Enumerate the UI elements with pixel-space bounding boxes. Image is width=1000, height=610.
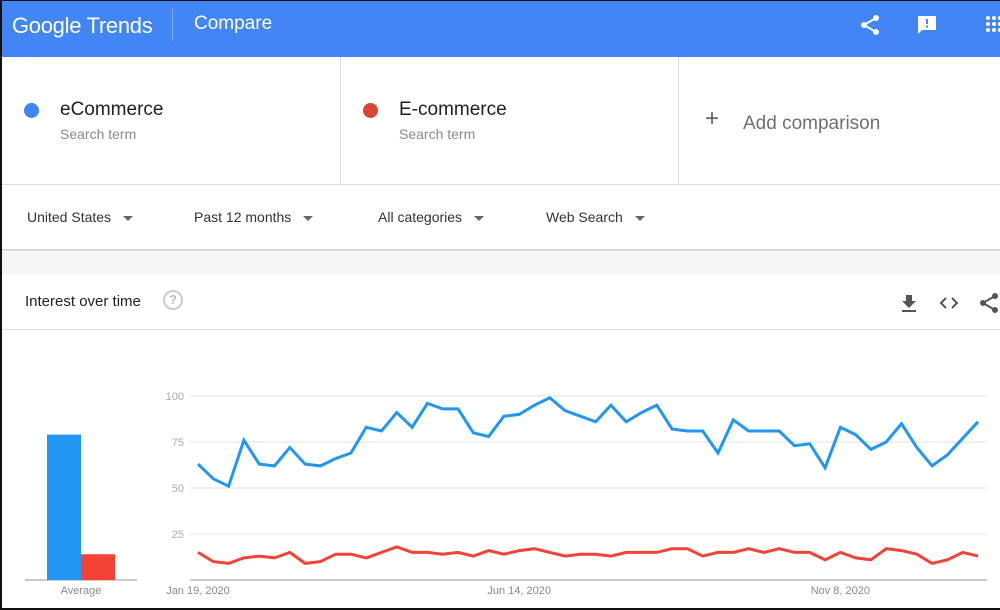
average-label: Average — [61, 585, 102, 597]
region-dropdown[interactable]: United States — [27, 209, 134, 225]
help-icon[interactable]: ? — [163, 290, 183, 310]
y-tick-label: 75 — [172, 437, 184, 449]
average-bar-chart: Average — [25, 434, 137, 597]
y-axis-ticks: 25 50 75 100 — [166, 391, 184, 541]
y-tick-label: 25 — [172, 529, 184, 541]
term-subtitle: Search term — [399, 126, 476, 142]
search-type-dropdown[interactable]: Web Search — [546, 209, 645, 225]
term-subtitle: Search term — [60, 126, 137, 142]
plus-icon: + — [705, 105, 720, 132]
average-bar-ecommerce — [47, 434, 81, 580]
interest-chart: Average 25 50 75 100 Jan 19, 2020 Jun 14, 20… — [25, 391, 987, 597]
series-color-dot-icon — [24, 103, 39, 118]
top-app-bar: Google Trends Compare — [2, 1, 1000, 57]
comparison-terms: eCommerce Search term E-commerce Search … — [2, 57, 1000, 185]
embed-icon[interactable] — [938, 292, 960, 314]
x-tick-label: Jun 14, 2020 — [487, 585, 551, 597]
y-tick-label: 50 — [172, 483, 184, 495]
time-range-dropdown-label: Past 12 months — [194, 209, 292, 225]
x-axis-ticks: Jan 19, 2020 Jun 14, 2020 Nov 8, 2020 — [166, 585, 870, 597]
section-spacer — [2, 251, 1000, 274]
category-dropdown[interactable]: All categories — [378, 209, 485, 225]
term-name[interactable]: eCommerce — [60, 99, 163, 121]
category-dropdown-label: All categories — [378, 209, 463, 225]
average-bar-e-commerce — [81, 554, 115, 580]
series-line-e-commerce — [197, 545, 979, 565]
widget-header: Interest over time ? — [2, 274, 1000, 330]
x-tick-label: Jan 19, 2020 — [166, 585, 230, 597]
x-tick-label: Nov 8, 2020 — [811, 585, 870, 597]
caret-down-icon — [634, 215, 645, 221]
header-divider — [172, 9, 173, 41]
line-series — [196, 396, 980, 565]
term-card-e-commerce[interactable]: E-commerce Search term — [341, 57, 679, 185]
caret-down-icon — [474, 215, 485, 221]
term-name[interactable]: E-commerce — [399, 99, 507, 121]
widget-title: Interest over time — [25, 293, 141, 310]
share-icon[interactable] — [858, 13, 882, 37]
region-dropdown-label: United States — [27, 209, 112, 225]
download-icon[interactable] — [898, 292, 920, 314]
feedback-icon[interactable] — [915, 13, 939, 37]
term-card-ecommerce[interactable]: eCommerce Search term — [2, 57, 341, 185]
series-color-dot-icon — [363, 103, 378, 118]
google-trends-logo[interactable]: Google Trends — [12, 13, 153, 39]
interest-over-time-widget: Interest over time ? Average 25 50 75 100 J… — [2, 274, 1000, 608]
page-title: Compare — [194, 13, 273, 34]
caret-down-icon — [303, 215, 314, 221]
add-comparison-button[interactable]: + Add comparison — [679, 57, 1000, 185]
trends-page: Google Trends Compare eCommerce Search t… — [0, 0, 1000, 610]
filter-bar: United States Past 12 months All categor… — [2, 186, 1000, 250]
chart-gridlines — [190, 395, 987, 581]
share-icon[interactable] — [978, 292, 1000, 314]
apps-grid-icon[interactable] — [984, 13, 1000, 37]
caret-down-icon — [123, 215, 134, 221]
add-comparison-label: Add comparison — [743, 113, 881, 134]
y-tick-label: 100 — [166, 391, 184, 403]
time-range-dropdown[interactable]: Past 12 months — [194, 209, 314, 225]
search-type-dropdown-label: Web Search — [546, 209, 623, 225]
